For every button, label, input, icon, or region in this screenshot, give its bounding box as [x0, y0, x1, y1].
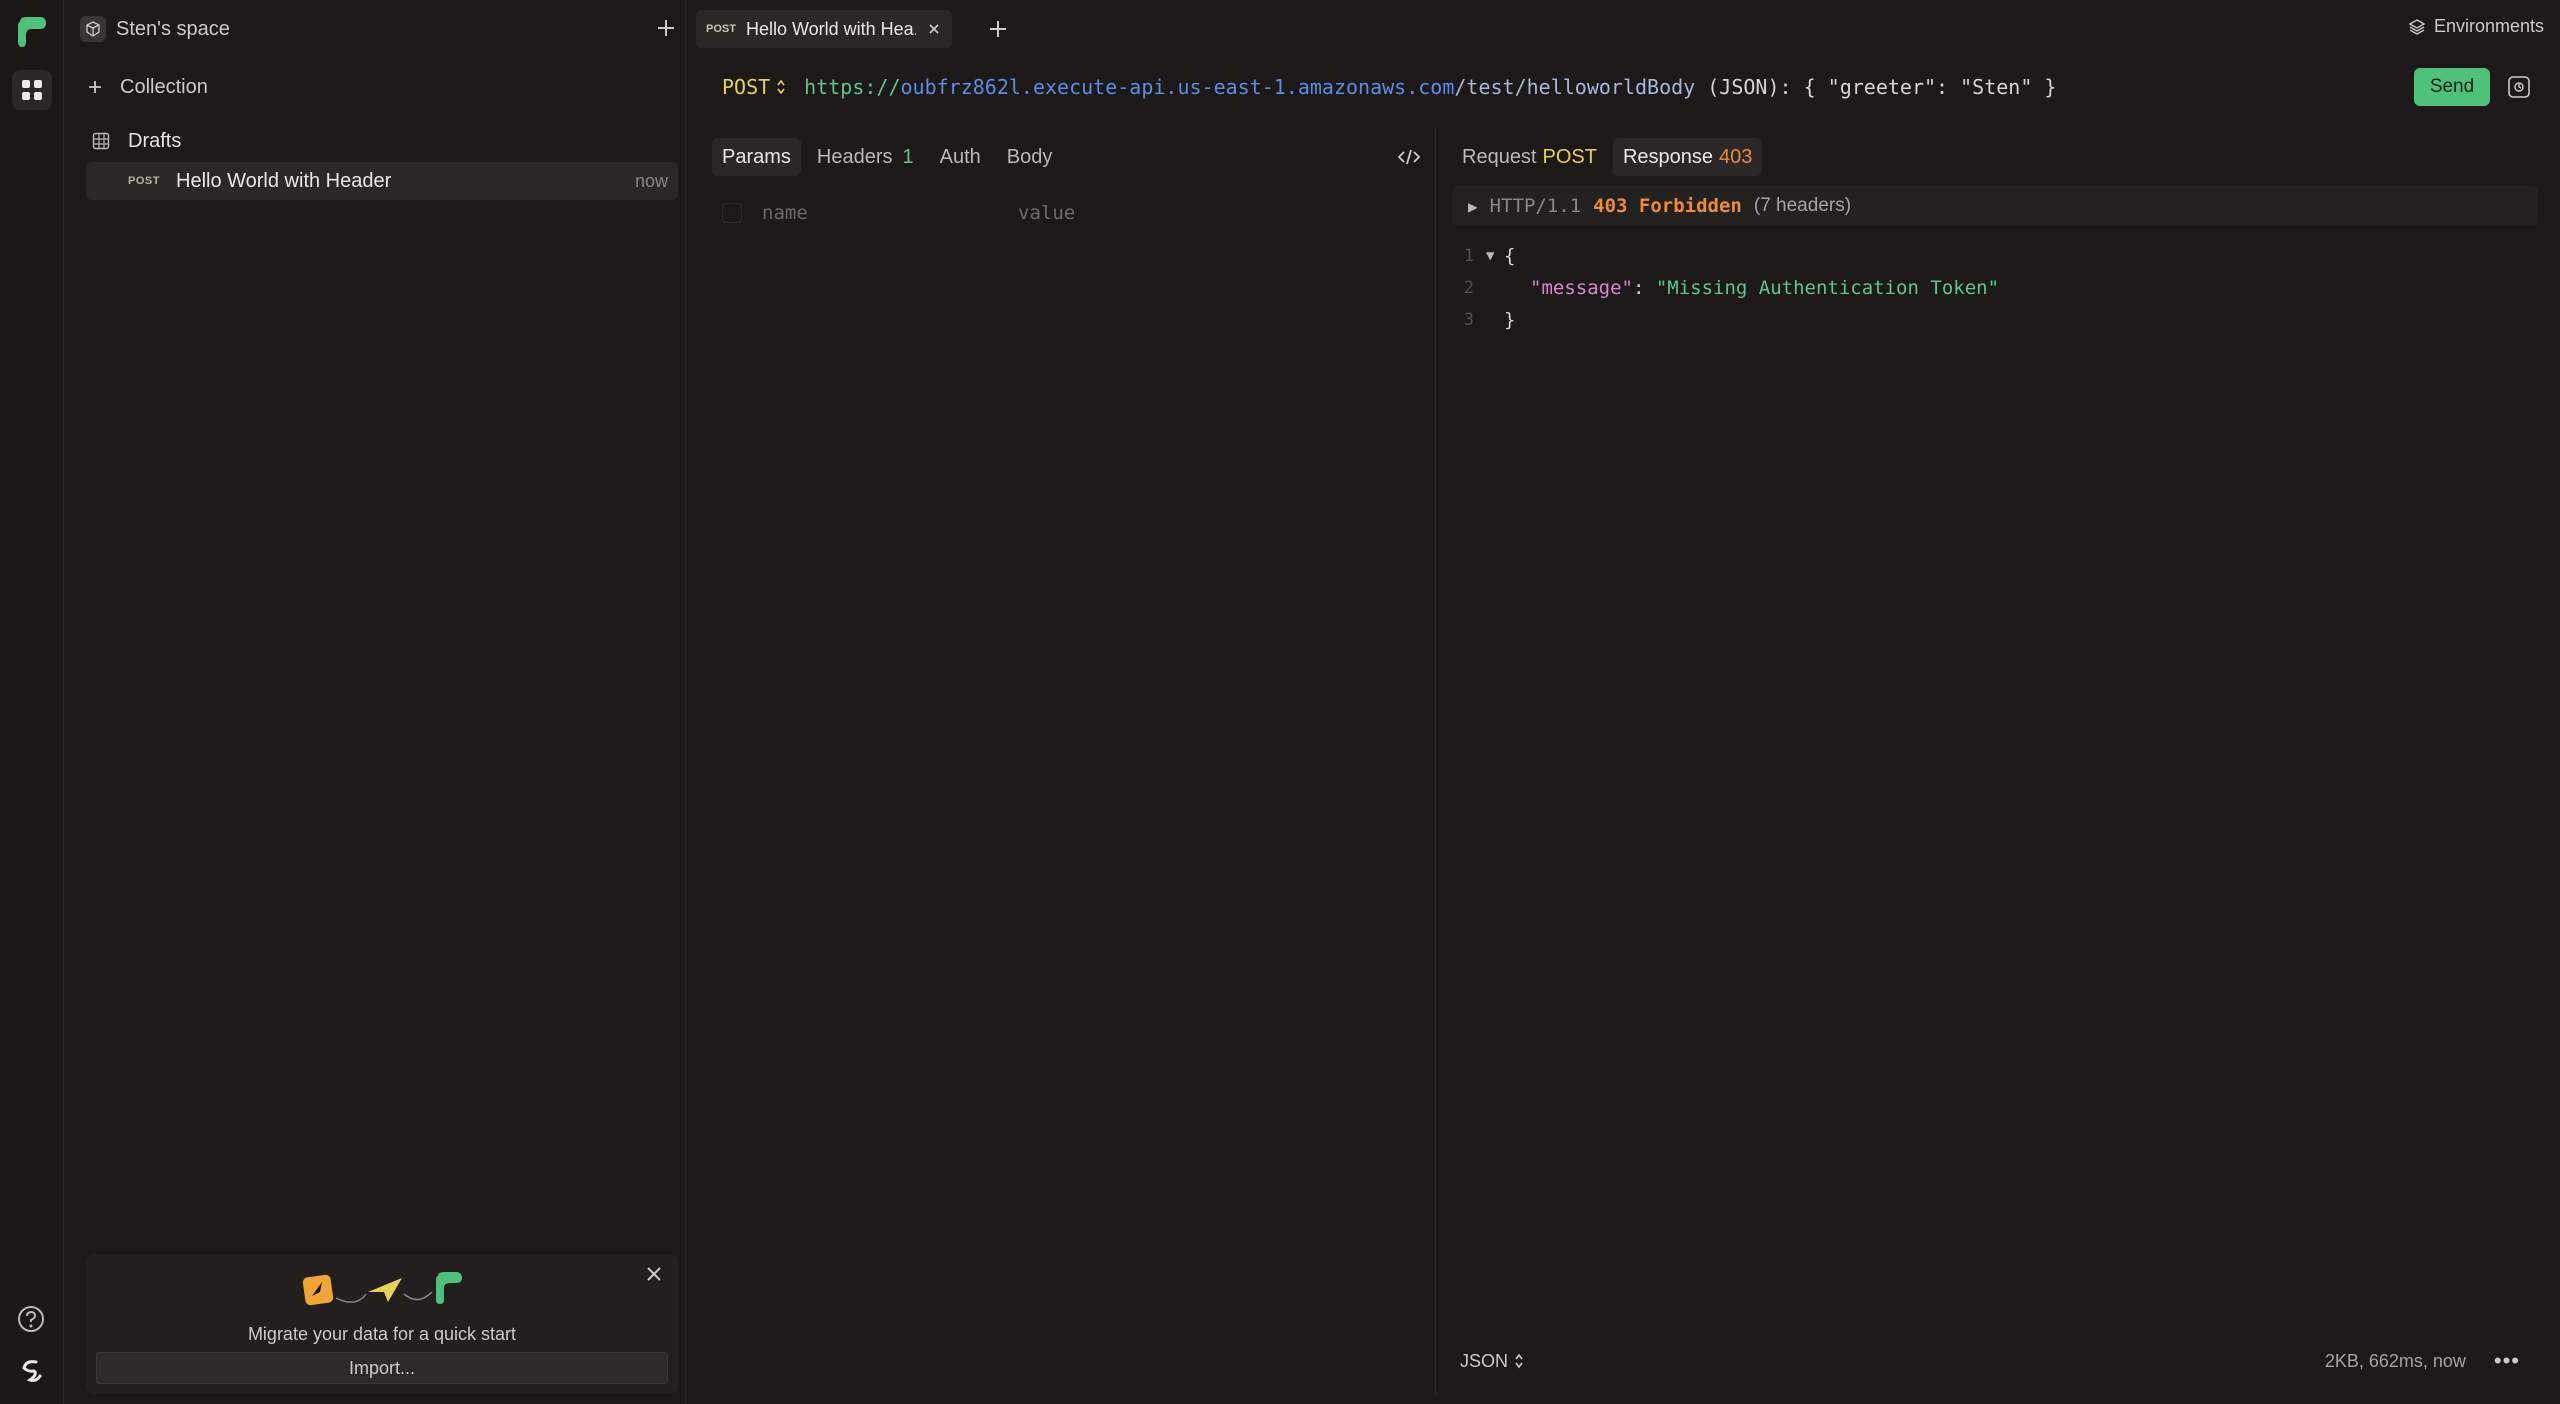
close-icon[interactable]: [642, 1262, 666, 1286]
open-brace: {: [1504, 245, 1516, 267]
request-tab[interactable]: POST Hello World with Hea...: [696, 10, 952, 48]
environments-button[interactable]: Environments: [2408, 16, 2544, 37]
app-logo-icon[interactable]: [14, 14, 50, 50]
sidebar: Sten's space Collection Drafts POST Hell…: [64, 0, 686, 1404]
param-name-input[interactable]: name: [762, 202, 1018, 224]
tab-auth[interactable]: Auth: [930, 138, 991, 176]
app-rail: [0, 0, 64, 1404]
tab-params[interactable]: Params: [712, 138, 801, 176]
param-enable-checkbox[interactable]: [722, 203, 742, 223]
code-line: 1 ▼ {: [1452, 240, 2532, 272]
url-path: /test/helloworldBody: [1454, 75, 1696, 99]
add-item-plus-icon[interactable]: [652, 14, 680, 42]
method-selector[interactable]: POST: [722, 75, 786, 99]
expand-triangle-icon: ▶: [1468, 196, 1478, 216]
new-tab-plus-icon[interactable]: [984, 15, 1012, 43]
json-value: "Missing Authentication Token": [1655, 277, 2000, 299]
send-button[interactable]: Send: [2414, 68, 2490, 106]
headers-count: 1: [902, 145, 914, 168]
url-input[interactable]: https://oubfrz862l.execute-api.us-east-1…: [804, 75, 2056, 99]
tab-headers-label: Headers: [816, 145, 893, 168]
drafts-folder[interactable]: Drafts: [92, 124, 181, 158]
response-meta: 2KB, 662ms, now: [2324, 1350, 2466, 1371]
line-number: 2: [1463, 278, 1474, 298]
collection-label: Collection: [120, 75, 208, 98]
line-number: 3: [1463, 310, 1474, 330]
tab-request-label: Request: [1462, 145, 1537, 168]
tab-request-method: POST: [1542, 145, 1597, 168]
status-headers-count: (7 headers): [1753, 195, 1852, 216]
workspace-name: Sten's space: [116, 17, 230, 40]
new-collection-button[interactable]: Collection: [86, 70, 208, 104]
workspace-selector[interactable]: Sten's space: [80, 12, 230, 46]
tabs-bar: POST Hello World with Hea... Environment…: [686, 0, 2560, 58]
tab-response[interactable]: Response 403: [1612, 138, 1763, 176]
migrate-card: Migrate your data for a quick start Impo…: [86, 1254, 678, 1394]
url-host: oubfrz862l.execute-api.us-east-1.amazona…: [900, 75, 1455, 99]
tab-request[interactable]: Request POST: [1452, 138, 1607, 176]
close-brace: }: [1504, 309, 1516, 331]
format-selector[interactable]: JSON: [1460, 1351, 1524, 1372]
cube-icon: [80, 16, 106, 42]
url-rest: (JSON): { "greeter": "Sten" }: [1695, 75, 2057, 99]
migrate-text: Migrate your data for a quick start: [247, 1324, 517, 1344]
url-bar: POST https://oubfrz862l.execute-api.us-e…: [700, 64, 2538, 110]
request-subtabs: Params Headers 1 Auth Body: [712, 138, 1062, 176]
request-time: now: [634, 170, 668, 191]
response-footer: JSON 2KB, 662ms, now •••: [1440, 1346, 2540, 1376]
fold-arrow-icon[interactable]: ▼: [1486, 248, 1504, 264]
table-grid-icon: [92, 132, 110, 150]
migrate-illustration-icon: [302, 1272, 462, 1306]
status-protocol: HTTP/1.1: [1489, 195, 1582, 217]
more-options-icon[interactable]: •••: [2494, 1348, 2520, 1374]
tab-headers[interactable]: Headers 1: [807, 138, 924, 176]
tab-title: Hello World with Hea...: [745, 18, 916, 39]
import-button[interactable]: Import...: [96, 1352, 668, 1384]
response-tabs: Request POST Response 403: [1452, 138, 1763, 176]
param-value-input[interactable]: value: [1018, 202, 1075, 224]
code-line: 2 "message" : "Missing Authentication To…: [1452, 272, 2532, 304]
code-snippet-icon[interactable]: [1396, 144, 1422, 170]
tab-response-label: Response: [1622, 145, 1714, 168]
user-avatar-icon[interactable]: [16, 1356, 46, 1386]
response-status-bar[interactable]: ▶ HTTP/1.1 403 Forbidden (7 headers): [1452, 186, 2538, 226]
tab-body[interactable]: Body: [997, 138, 1063, 176]
response-body: 1 ▼ { 2 "message" : "Missing Authenticat…: [1452, 240, 2532, 336]
close-tab-icon[interactable]: [926, 21, 942, 37]
grid-icon: [22, 80, 42, 100]
history-icon[interactable]: [2506, 74, 2532, 100]
line-number: 1: [1463, 246, 1474, 266]
help-icon[interactable]: [16, 1304, 46, 1334]
code-line: 3 }: [1452, 304, 2532, 336]
updown-chevron-icon: [777, 79, 785, 95]
method-label: POST: [722, 75, 771, 99]
json-key: "message": [1530, 277, 1633, 299]
status-code: 403 Forbidden: [1593, 195, 1742, 217]
request-pane: Params Headers 1 Auth Body name value: [700, 128, 1436, 1394]
format-label: JSON: [1460, 1350, 1509, 1371]
param-row: name value: [712, 196, 1426, 230]
workspace-grid-button[interactable]: [12, 70, 52, 110]
environments-label: Environments: [2433, 16, 2544, 36]
layers-icon: [2408, 18, 2426, 35]
tab-method-badge: POST: [706, 23, 736, 35]
response-pane: Request POST Response 403 ▶ HTTP/1.1 403…: [1440, 128, 2540, 1394]
sidebar-request-item[interactable]: POST Hello World with Header now: [86, 162, 678, 200]
request-method-badge: POST: [128, 175, 160, 187]
updown-chevron-icon: [1515, 1353, 1523, 1369]
plus-icon: [89, 81, 101, 93]
tab-response-status: 403: [1719, 145, 1753, 168]
drafts-label: Drafts: [128, 129, 182, 152]
url-scheme: https://: [804, 75, 901, 99]
request-name: Hello World with Header: [176, 169, 392, 192]
